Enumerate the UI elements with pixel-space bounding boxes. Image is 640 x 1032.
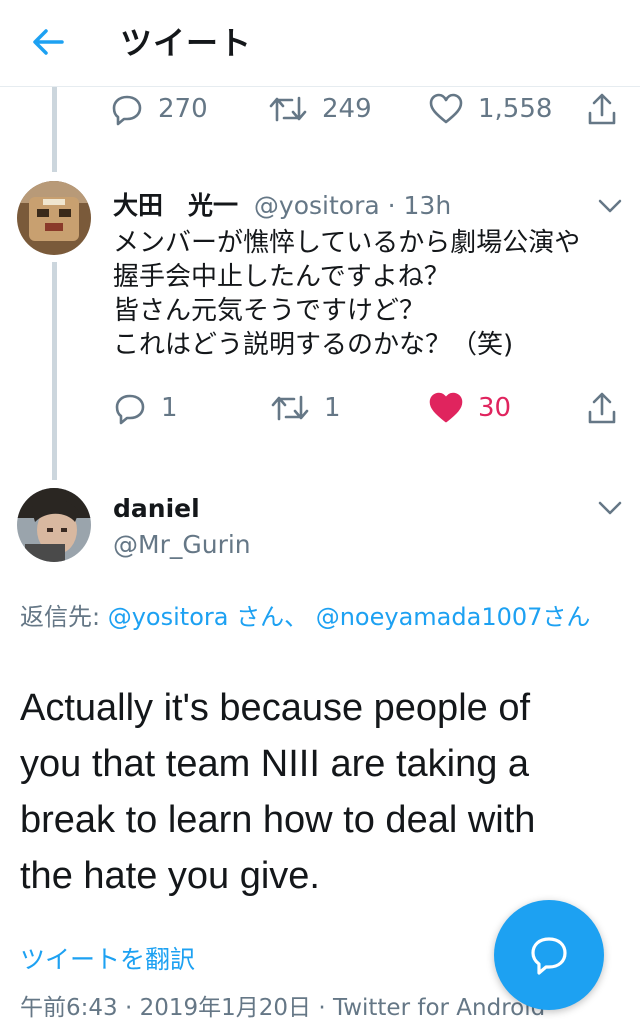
- back-button[interactable]: [28, 22, 68, 62]
- focused-tweet-text: Actually it's because people of you that…: [20, 680, 625, 904]
- retweet-count: 249: [322, 94, 372, 124]
- tweet-text-line: これはどう説明するのかな？（笑): [113, 330, 514, 360]
- share-button[interactable]: [586, 388, 618, 428]
- retweet-icon: [271, 395, 309, 421]
- tweet-time: 13h: [403, 191, 452, 220]
- mention-link[interactable]: @noeyamada1007さん: [316, 603, 591, 631]
- tweet-text-line: 握手会中止したんですよね？: [113, 262, 450, 292]
- translate-link[interactable]: ツイートを翻訳: [20, 940, 195, 976]
- retweet-count: 1: [324, 393, 341, 423]
- tweet-text-line: 皆さん元気そうですけど？: [113, 296, 426, 326]
- tweet-header: 大田 光一 @yositora · 13h: [113, 191, 452, 220]
- reply-context: 返信先: @yositora さん、 @noeyamada1007さん: [20, 598, 620, 636]
- avatar[interactable]: [17, 181, 91, 255]
- avatar[interactable]: [17, 488, 91, 562]
- display-name[interactable]: 大田 光一: [113, 191, 238, 220]
- retweet-button[interactable]: 249: [268, 89, 372, 129]
- username[interactable]: @yositora: [254, 191, 380, 220]
- like-count: 30: [478, 393, 512, 423]
- tweet-text-line: you that team NIII are taking a: [20, 743, 530, 785]
- reply-button[interactable]: 270: [110, 89, 208, 129]
- like-icon: [429, 392, 463, 423]
- display-name[interactable]: daniel: [113, 494, 200, 523]
- retweet-button[interactable]: 1: [270, 388, 341, 428]
- reply-count: 1: [161, 393, 178, 423]
- mention-link[interactable]: @yositora さん、: [108, 603, 308, 631]
- username[interactable]: @Mr_Gurin: [113, 530, 251, 559]
- tweet-text-line: break to learn how to deal with: [20, 799, 536, 841]
- like-count: 1,558: [478, 94, 553, 124]
- reply-button[interactable]: 1: [113, 388, 178, 428]
- tweet-text-line: the hate you give.: [20, 855, 320, 897]
- tweet-text: メンバーが憔悴しているから劇場公演や 握手会中止したんですよね？ 皆さん元気そう…: [113, 226, 623, 362]
- page-title: ツイート: [120, 24, 253, 62]
- thread-line: [52, 262, 57, 480]
- prev-tweet-actions: 270 249 1,558: [0, 89, 640, 129]
- reply-count: 270: [158, 94, 208, 124]
- like-icon: [429, 93, 463, 124]
- reply-icon: [112, 95, 142, 126]
- retweet-icon: [269, 96, 307, 122]
- share-icon: [588, 392, 616, 424]
- back-arrow-icon: [33, 29, 64, 55]
- chevron-down-icon[interactable]: [596, 498, 624, 518]
- tweet-timestamp: 午前6:43 · 2019年1月20日 · Twitter for Androi…: [20, 995, 546, 1021]
- compose-message-icon: [531, 937, 567, 975]
- top-bar: ツイート: [0, 0, 640, 87]
- chevron-down-icon[interactable]: [596, 196, 624, 216]
- tweet-actions: 1 1 30: [0, 388, 640, 428]
- like-button[interactable]: 1,558: [428, 89, 552, 129]
- compose-message-button[interactable]: [494, 900, 604, 1010]
- share-button[interactable]: [586, 89, 618, 129]
- like-button[interactable]: 30: [428, 388, 511, 428]
- tweet-text-line: メンバーが憔悴しているから劇場公演や: [113, 228, 581, 258]
- share-icon: [588, 93, 616, 125]
- reply-icon: [115, 394, 145, 425]
- tweet-text-line: Actually it's because people of: [20, 687, 531, 729]
- reply-prefix: 返信先:: [20, 603, 108, 631]
